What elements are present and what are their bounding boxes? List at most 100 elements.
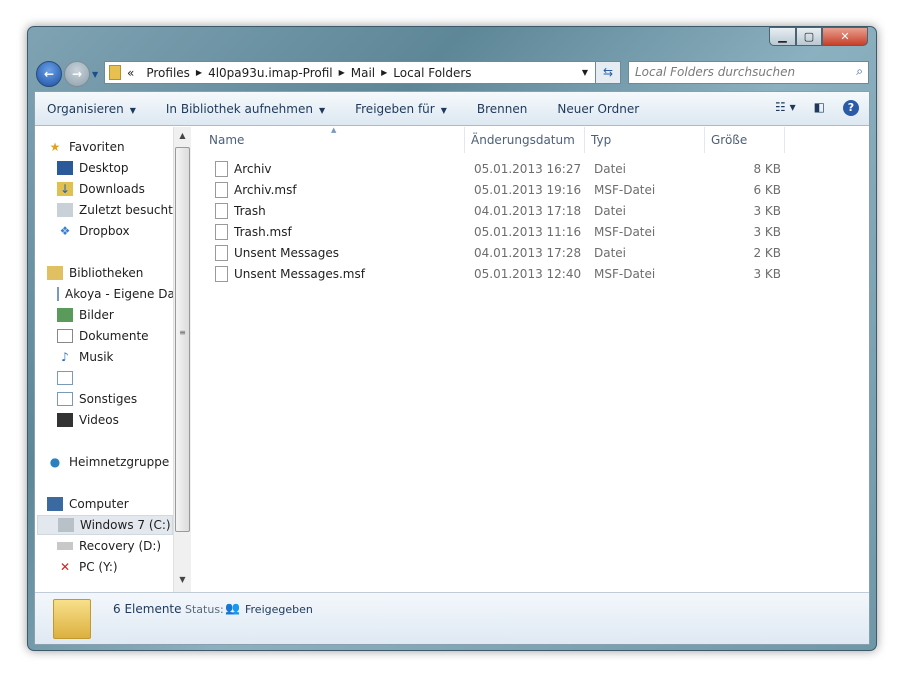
documents-icon [57,329,73,343]
explorer-window: ▁ ▢ ✕ ← → ▼ « Profiles ▶ 4l0pa93u.imap-Pr… [27,26,877,651]
file-size: 3 KB [753,204,781,218]
preview-pane-icon[interactable]: ◧ [814,100,825,116]
file-size: 6 KB [753,183,781,197]
recent-pages-dropdown[interactable]: ▼ [92,70,98,79]
forward-button[interactable]: → [64,61,90,87]
scroll-down-icon[interactable]: ▼ [174,575,191,584]
shared-users-icon: 👥 [225,601,240,615]
file-size: 8 KB [753,162,781,176]
file-row[interactable]: Unsent Messages 04.01.2013 17:28 Datei 2… [193,243,793,263]
view-options-icon[interactable]: ☷ ▾ [775,100,796,116]
libraries-icon [47,266,63,280]
nav-other[interactable]: Sonstiges [57,389,191,409]
file-icon [215,182,228,198]
search-input[interactable]: Local Folders durchsuchen ⌕ [628,61,869,84]
nav-computer[interactable]: Computer [47,494,185,514]
music-icon: ♪ [61,350,69,364]
file-date: 04.01.2013 17:18 [474,204,582,218]
nav-scrollbar[interactable]: ▲ ≡ ▼ [173,127,191,592]
item-count: 6 Elemente [113,602,182,616]
file-row[interactable]: Trash 04.01.2013 17:18 Datei 3 KB [193,201,793,221]
new-folder-button[interactable]: Neuer Ordner [557,102,639,116]
file-icon [215,203,228,219]
nav-recent[interactable]: Zuletzt besucht [57,200,191,220]
breadcrumb-local-folders[interactable]: Local Folders [393,66,471,80]
file-date: 05.01.2013 11:16 [474,225,582,239]
file-row[interactable]: Archiv.msf 05.01.2013 19:16 MSF-Datei 6 … [193,180,793,200]
nav-drive-c[interactable]: Windows 7 (C:) [37,515,173,535]
nav-documents[interactable]: Dokumente [57,326,191,346]
address-overflow[interactable]: « [127,66,134,80]
file-row[interactable]: Unsent Messages.msf 05.01.2013 12:40 MSF… [193,264,793,284]
include-in-library-button[interactable]: In Bibliothek aufnehmen ▼ [166,102,325,116]
details-pane: 6 Elemente Status: 👥 Freigegeben [35,592,869,644]
share-with-button[interactable]: Freigeben für ▼ [355,102,447,116]
file-name: Unsent Messages [234,246,339,260]
nav-dropbox[interactable]: ❖ Dropbox [57,221,191,241]
scroll-thumb[interactable]: ≡ [175,147,190,532]
desktop-icon [57,161,73,175]
pictures-icon [57,308,73,322]
drive-icon [57,542,73,550]
nav-homegroup[interactable]: ● Heimnetzgruppe [47,452,185,472]
breadcrumb-separator-icon[interactable]: ▶ [339,68,345,77]
close-button[interactable]: ✕ [822,27,868,46]
navigation-pane: ★ Favoriten Desktop ↓ Downloads Zuletzt be… [35,127,191,592]
address-dropdown[interactable]: ▼ [582,68,588,77]
search-icon[interactable]: ⌕ [856,64,863,79]
nav-library-akoya[interactable]: Akoya - Eigene Dateien [57,284,173,304]
file-date: 05.01.2013 16:27 [474,162,582,176]
nav-libraries[interactable]: Bibliotheken [47,263,185,283]
address-bar[interactable]: « Profiles ▶ 4l0pa93u.imap-Profil ▶ Mail ▶ … [104,61,621,84]
nav-videos[interactable]: Videos [57,410,191,430]
column-header-name[interactable]: Name ▲ [203,126,465,153]
file-icon [215,266,228,282]
breadcrumb-profiles[interactable]: Profiles [146,66,190,80]
scroll-up-icon[interactable]: ▲ [174,131,191,140]
file-icon [215,245,228,261]
file-name: Archiv.msf [234,183,297,197]
back-button[interactable]: ← [36,61,62,87]
nav-favorites[interactable]: ★ Favoriten [47,137,185,157]
breadcrumb-separator-icon[interactable]: ▶ [381,68,387,77]
folder-icon [53,599,91,639]
file-date: 05.01.2013 12:40 [474,267,582,281]
command-bar: Organisieren ▼ In Bibliothek aufnehmen ▼ F… [35,92,869,126]
column-header-date[interactable]: Änderungsdatum [465,127,585,153]
nav-library-unnamed[interactable] [57,368,191,388]
library-icon [57,287,59,301]
downloads-icon: ↓ [57,182,73,196]
refresh-button[interactable]: ⇆ [595,61,621,84]
folder-icon [109,65,121,80]
nav-downloads[interactable]: ↓ Downloads [57,179,191,199]
file-type: Datei [594,204,627,218]
column-header-size[interactable]: Größe [705,127,785,153]
minimize-button[interactable]: ▁ [769,27,796,46]
nav-drive-y[interactable]: ✕ PC (Y:) [57,557,191,577]
sort-ascending-icon: ▲ [331,126,337,134]
videos-icon [57,413,73,427]
file-type: MSF-Datei [594,267,656,281]
file-type: MSF-Datei [594,225,656,239]
file-name: Unsent Messages.msf [234,267,365,281]
breadcrumb-separator-icon[interactable]: ▶ [196,68,202,77]
burn-button[interactable]: Brennen [477,102,527,116]
nav-drive-d[interactable]: Recovery (D:) [57,536,191,556]
breadcrumb-mail[interactable]: Mail [351,66,375,80]
star-icon: ★ [49,140,61,154]
maximize-button[interactable]: ▢ [796,27,822,46]
column-header-type[interactable]: Typ [585,127,705,153]
nav-music[interactable]: ♪ Musik [57,347,191,367]
file-row[interactable]: Trash.msf 05.01.2013 11:16 MSF-Datei 3 K… [193,222,793,242]
status-value: Freigegeben [245,603,313,616]
file-row[interactable]: Archiv 05.01.2013 16:27 Datei 8 KB [193,159,793,179]
organize-button[interactable]: Organisieren ▼ [47,102,136,116]
search-placeholder: Local Folders durchsuchen [635,65,796,79]
nav-pictures[interactable]: Bilder [57,305,191,325]
file-type: MSF-Datei [594,183,656,197]
file-date: 05.01.2013 19:16 [474,183,582,197]
help-icon[interactable]: ? [843,100,859,116]
file-name: Archiv [234,162,272,176]
breadcrumb-profile[interactable]: 4l0pa93u.imap-Profil [208,66,333,80]
nav-desktop[interactable]: Desktop [57,158,191,178]
